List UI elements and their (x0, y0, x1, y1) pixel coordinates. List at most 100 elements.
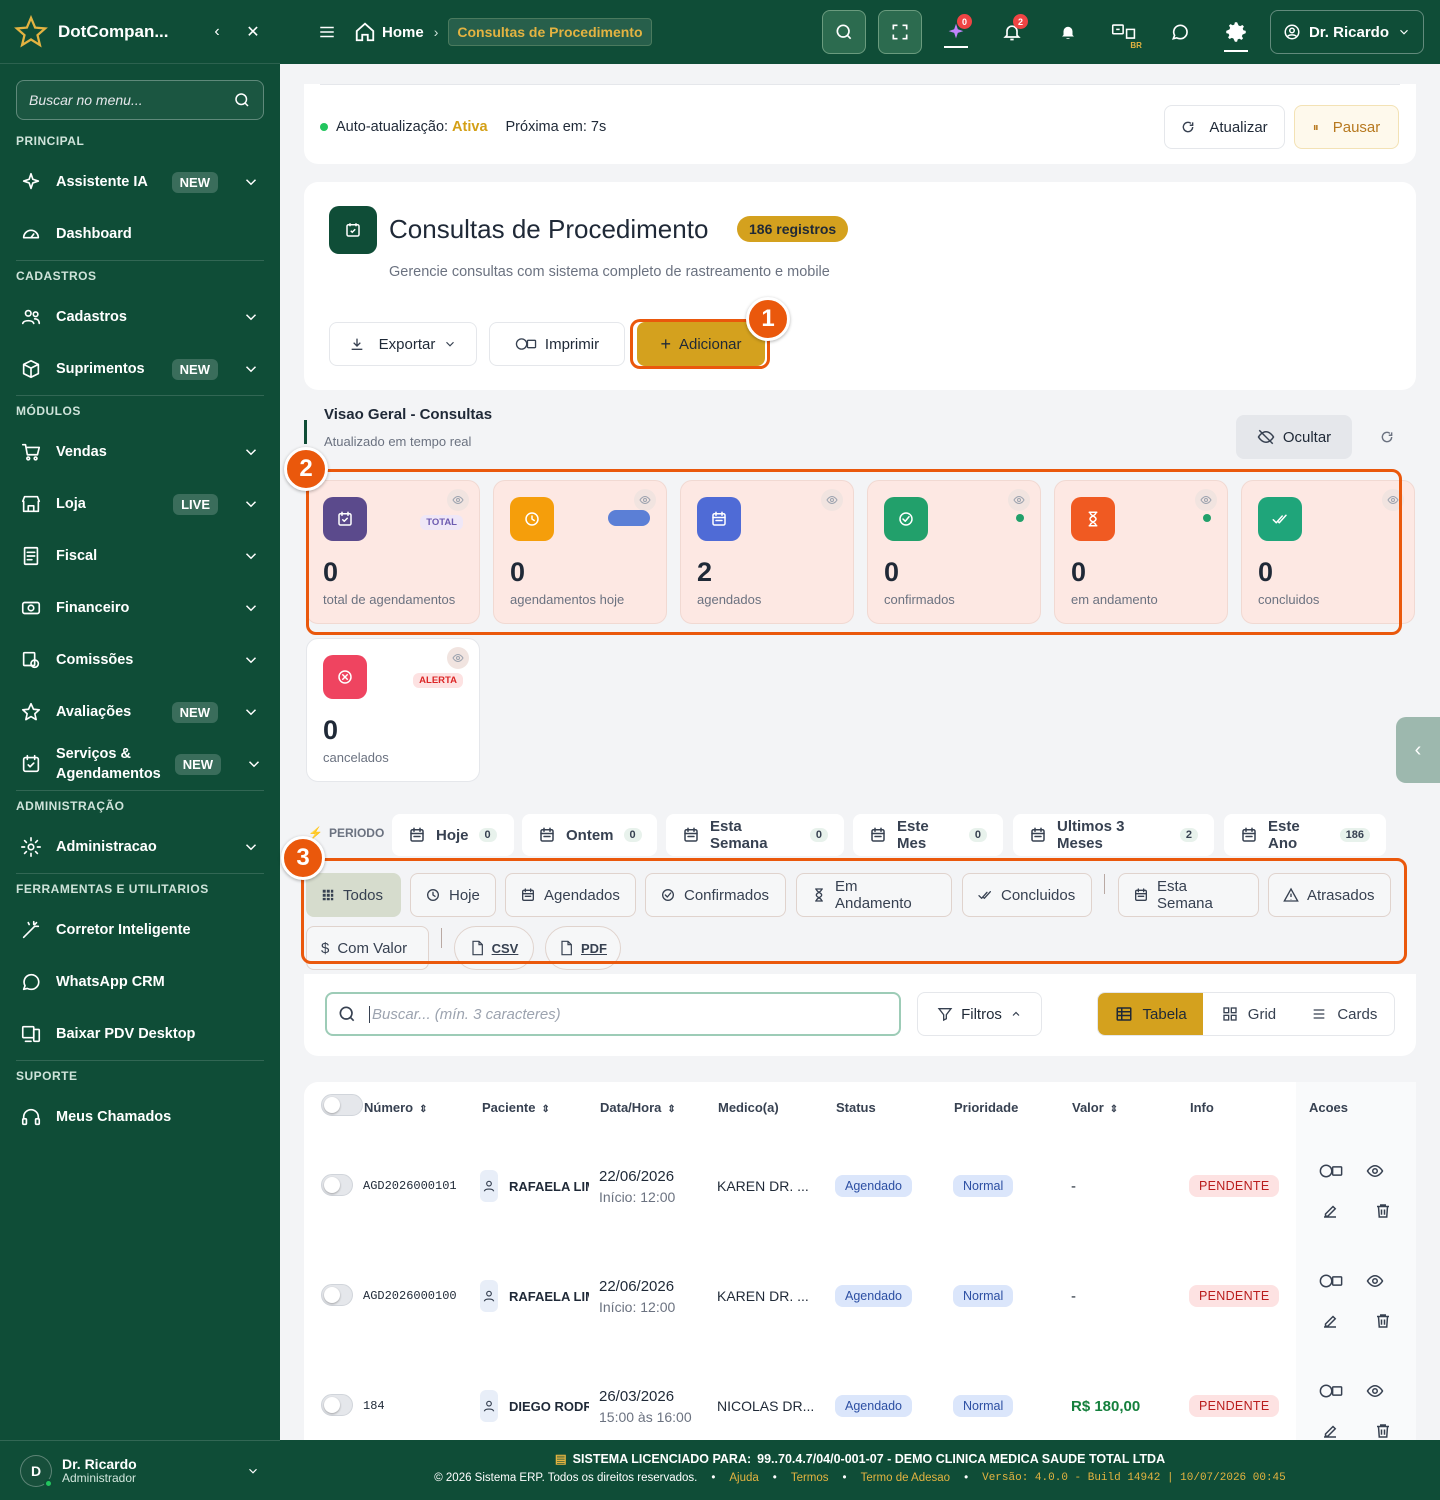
period-tab-ontem[interactable]: Ontem 0 (522, 814, 657, 856)
row-select-toggle[interactable] (321, 1394, 353, 1416)
language-button[interactable]: BR (1102, 10, 1146, 54)
appointments-table (304, 1082, 1416, 1442)
menu-search-input[interactable]: Buscar no menu... (16, 80, 264, 120)
chevron-down-icon (242, 703, 260, 721)
fullscreen-button[interactable] (877, 10, 922, 54)
license-value: 99..70.4.7/04/0-001-07 - DEMO CLINICA ME… (757, 1451, 1166, 1466)
column-header[interactable]: Data/Hora ⇕ (600, 1100, 676, 1115)
adhesion-terms-link[interactable]: Termo de Adesao (861, 1472, 951, 1484)
hide-overview-button[interactable]: Ocultar (1236, 415, 1352, 459)
refresh-button[interactable]: Atualizar (1164, 105, 1285, 149)
sidebar-item-cadastros[interactable]: Cadastros (0, 291, 280, 343)
delete-action-button[interactable] (1374, 1312, 1392, 1330)
breadcrumb-separator: › (433, 24, 439, 40)
sidebar-item-vendas[interactable]: Vendas (0, 426, 280, 478)
collapse-sidebar-icon[interactable]: ‹ (204, 19, 230, 45)
sidebar-badge: NEW (171, 358, 218, 380)
footer-links: © 2026 Sistema ERP. Todos os direitos re… (434, 1472, 1286, 1484)
whatsapp-action-button[interactable] (1316, 1272, 1346, 1290)
column-header[interactable]: Valor ⇕ (1072, 1100, 1118, 1115)
close-sidebar-icon[interactable]: ✕ (240, 19, 266, 45)
sidebar-item-comiss-es[interactable]: Comissões (0, 634, 280, 686)
search-input[interactable]: Buscar... (mín. 3 caracteres) (325, 992, 901, 1036)
sidebar-item-loja[interactable]: Loja LIVE (0, 478, 280, 530)
period-tab-ultimos-3-meses[interactable]: Ultimos 3 Meses 2 (1013, 814, 1214, 856)
pause-button[interactable]: ⏸ Pausar (1294, 105, 1399, 149)
sidebar-section-title: PRINCIPAL (16, 134, 85, 148)
sidebar-item-meus-chamados[interactable]: Meus Chamados (0, 1091, 280, 1143)
autorefresh-label: Auto-atualização: (336, 119, 449, 135)
view-table-button[interactable]: Tabela (1098, 993, 1204, 1035)
sidebar-item-servi-os-agendamentos[interactable]: Serviços & Agendamentos NEW (0, 738, 280, 790)
whatsapp-icon (1316, 1382, 1346, 1400)
view-action-button[interactable] (1366, 1162, 1384, 1180)
edit-action-button[interactable] (1321, 1422, 1339, 1440)
eye-icon[interactable] (447, 647, 469, 669)
sidebar-item-assistente-ia[interactable]: Assistente IA NEW (0, 156, 280, 208)
overview-refresh-icon[interactable] (1380, 430, 1394, 444)
delete-action-button[interactable] (1374, 1422, 1392, 1440)
sidebar-item-fiscal[interactable]: Fiscal (0, 530, 280, 582)
delete-action-button[interactable] (1374, 1202, 1392, 1220)
sidebar-item-dashboard[interactable]: Dashboard (0, 208, 280, 260)
view-grid-button[interactable]: Grid (1203, 993, 1294, 1035)
period-tab-hoje[interactable]: Hoje 0 (392, 814, 514, 856)
alerts-button[interactable] (1046, 10, 1090, 54)
version-info: Versão: 4.0.0 - Build 14942 | 10/07/2026… (982, 1472, 1286, 1484)
menu-icon[interactable] (318, 23, 336, 41)
menu-search-placeholder: Buscar no menu... (29, 92, 143, 108)
help-link[interactable]: Ajuda (729, 1472, 758, 1484)
ai-search-button[interactable] (821, 10, 866, 54)
search-card: Buscar... (mín. 3 caracteres) Filtros Ta… (304, 974, 1416, 1056)
view-action-button[interactable] (1366, 1382, 1384, 1400)
filters-label: Filtros (961, 1005, 1002, 1023)
column-header-label: Número (364, 1100, 414, 1115)
bell-filled-icon (1061, 26, 1074, 39)
annotation-box-2 (306, 469, 1402, 635)
column-header[interactable]: Número ⇕ (364, 1100, 428, 1115)
sidebar-item-suprimentos[interactable]: Suprimentos NEW (0, 343, 280, 395)
calendar-icon (408, 826, 426, 844)
view-cards-button[interactable]: Cards (1295, 993, 1394, 1035)
breadcrumb-home[interactable]: Home (354, 21, 424, 43)
row-select-toggle[interactable] (321, 1174, 353, 1196)
whatsapp-action-button[interactable] (1316, 1162, 1346, 1180)
whatsapp-action-button[interactable] (1316, 1382, 1346, 1400)
patient-avatar-icon (480, 1170, 498, 1202)
row-select-toggle[interactable] (321, 1284, 353, 1306)
autorefresh-state: Ativa (452, 119, 488, 135)
filters-button[interactable]: Filtros (917, 992, 1042, 1036)
sidebar-item-corretor-inteligente[interactable]: Corretor Inteligente (0, 904, 280, 956)
sidebar-item-administracao[interactable]: Administracao (0, 821, 280, 873)
column-header: Info (1190, 1100, 1214, 1115)
print-button[interactable]: Imprimir (489, 322, 625, 366)
notifications-button[interactable]: 2 (990, 10, 1034, 54)
pause-icon: ⏸ (1312, 119, 1319, 134)
side-panel-toggle[interactable]: ‹ (1396, 717, 1440, 783)
sidebar-section-title: SUPORTE (16, 1069, 78, 1083)
whatsapp-button[interactable] (1158, 10, 1202, 54)
select-all-toggle[interactable] (321, 1094, 363, 1116)
column-header: Prioridade (954, 1100, 1018, 1115)
period-tab-este-mes[interactable]: Este Mes 0 (853, 814, 1003, 856)
sidebar-item-financeiro[interactable]: Financeiro (0, 582, 280, 634)
home-icon (355, 22, 375, 42)
view-action-button[interactable] (1366, 1272, 1384, 1290)
calendar-icon (682, 826, 700, 844)
period-tab-este-ano[interactable]: Este Ano 186 (1224, 814, 1386, 856)
export-button[interactable]: Exportar (329, 322, 477, 366)
ai-assistant-button[interactable]: 0 (934, 10, 978, 54)
logo-star-icon (14, 14, 48, 49)
column-header[interactable]: Paciente ⇕ (482, 1100, 550, 1115)
edit-action-button[interactable] (1321, 1202, 1339, 1220)
sidebar-user[interactable]: D Dr. Ricardo Administrador (0, 1440, 280, 1500)
stat-card[interactable]: 0 cancelados ALERTA (306, 638, 480, 782)
period-tab-esta-semana[interactable]: Esta Semana 0 (666, 814, 844, 856)
sidebar-item-avalia-es[interactable]: Avaliações NEW (0, 686, 280, 738)
user-menu-button[interactable]: Dr. Ricardo (1269, 10, 1424, 54)
sidebar-item-baixar-pdv-desktop[interactable]: Baixar PDV Desktop (0, 1008, 280, 1060)
edit-action-button[interactable] (1321, 1312, 1339, 1330)
sidebar-item-whatsapp-crm[interactable]: WhatsApp CRM (0, 956, 280, 1008)
settings-button[interactable] (1214, 10, 1258, 54)
terms-link[interactable]: Termos (791, 1472, 829, 1484)
